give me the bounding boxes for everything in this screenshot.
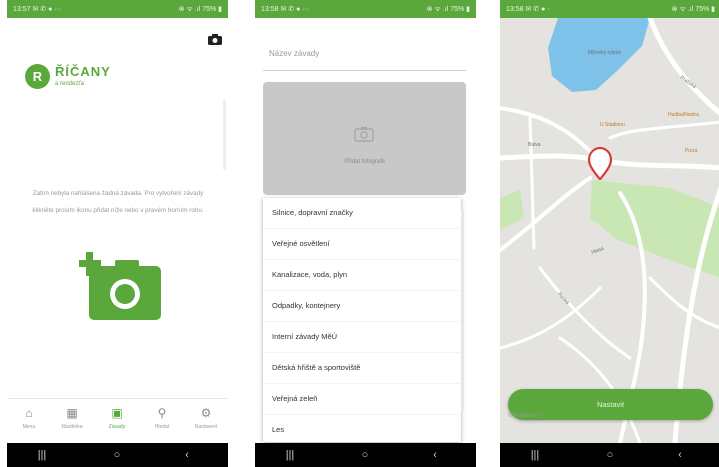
- android-nav-bar: ||| ○ ‹: [500, 443, 719, 467]
- map-attribution: ©mapbox ⓘ: [508, 412, 545, 419]
- tab-label: Nastavení: [194, 424, 218, 430]
- category-option[interactable]: Odpadky, kontejnery: [263, 291, 461, 322]
- bottom-tab-bar: ⌂ Menu ▦ Nástěnka ▣ Závady ⚲ Hledat ⚙ Na…: [7, 398, 228, 441]
- home-button[interactable]: ○: [590, 446, 630, 464]
- logo-badge: R: [25, 64, 50, 89]
- logo-title: ŘÍČANY: [55, 64, 111, 79]
- status-time: 13:58 ✉ ✆ ● ···: [261, 6, 310, 13]
- back-button[interactable]: ‹: [660, 446, 700, 464]
- map-view[interactable]: Mlýnský rybník Pražská Hudba/Nostra U St…: [500, 18, 719, 443]
- status-icons: ⊗ ᯤ .ıl 75% ▮: [178, 6, 222, 13]
- android-nav-bar: ||| ○ ‹: [255, 443, 476, 467]
- tab-menu[interactable]: ⌂ Menu: [9, 405, 49, 430]
- home-button[interactable]: ○: [97, 446, 137, 464]
- defect-name-field: [263, 30, 475, 71]
- status-time: 13:57 ✉ ✆ ● ···: [13, 6, 62, 13]
- phone-screen-map: 13:58 ✉ ✆ ● · ⊗ ᯤ .ıl 75% ▮ Mlýnský rybn…: [500, 0, 719, 467]
- tab-settings[interactable]: ⚙ Nastavení: [186, 405, 226, 430]
- map-label: Bulva: [528, 142, 541, 148]
- status-time: 13:58 ✉ ✆ ● ·: [506, 6, 550, 13]
- camera-icon: ▣: [111, 406, 123, 420]
- home-icon: ⌂: [25, 406, 33, 420]
- search-icon: ⚲: [157, 406, 167, 420]
- scrollbar[interactable]: [461, 210, 464, 410]
- add-photo-icon[interactable]: [208, 34, 222, 45]
- map-label: Mlýnský rybník: [588, 50, 622, 56]
- tab-board[interactable]: ▦ Nástěnka: [52, 405, 92, 430]
- add-photo-label: Přidat fotografii: [344, 159, 385, 165]
- status-bar: 13:57 ✉ ✆ ● ··· ⊗ ᯤ .ıl 75% ▮: [7, 0, 228, 18]
- tab-label: Nástěnka: [61, 424, 83, 430]
- add-defect-camera-icon[interactable]: [79, 252, 161, 322]
- status-icons: ⊗ ᯤ .ıl 75% ▮: [426, 6, 470, 13]
- tab-label: Hledat: [154, 424, 170, 430]
- category-option[interactable]: Dětská hřiště a sportoviště: [263, 353, 461, 384]
- scrollbar[interactable]: [223, 100, 226, 170]
- phone-screen-defects-empty: 13:57 ✉ ✆ ● ··· ⊗ ᯤ .ıl 75% ▮ R ŘÍČANY a…: [7, 0, 228, 467]
- category-option[interactable]: Kanalizace, voda, plyn: [263, 260, 461, 291]
- category-option[interactable]: Interní závady MěÚ: [263, 322, 461, 353]
- empty-state-text: Zatím nebyla nahlášena žádná závada. Pro…: [32, 190, 204, 214]
- tab-label: Závady: [108, 424, 126, 430]
- category-option[interactable]: Silnice, dopravní značky: [263, 198, 461, 229]
- recent-apps-button[interactable]: |||: [22, 446, 62, 464]
- board-icon: ▦: [66, 406, 78, 420]
- status-bar: 13:58 ✉ ✆ ● · ⊗ ᯤ .ıl 75% ▮: [500, 0, 719, 18]
- map-label: Hudba/Nostra: [668, 112, 699, 118]
- back-button[interactable]: ‹: [167, 446, 207, 464]
- phone-screen-new-defect: 13:58 ✉ ✆ ● ··· ⊗ ᯤ .ıl 75% ▮ Přidat fot…: [255, 0, 476, 467]
- tab-label: Menu: [22, 424, 36, 430]
- map-label: U Stadionu: [600, 122, 625, 128]
- category-option[interactable]: Veřejné osvětlení: [263, 229, 461, 260]
- map-label: Pizza: [685, 148, 697, 154]
- recent-apps-button[interactable]: |||: [515, 446, 555, 464]
- recent-apps-button[interactable]: |||: [270, 446, 310, 464]
- camera-icon: [354, 126, 374, 142]
- tab-defects[interactable]: ▣ Závady: [97, 405, 137, 430]
- category-option[interactable]: Veřejná zeleň: [263, 384, 461, 415]
- category-dropdown: Silnice, dopravní značky Veřejné osvětle…: [263, 198, 461, 446]
- status-icons: ⊗ ᯤ .ıl 75% ▮: [671, 6, 715, 13]
- gear-icon: ⚙: [200, 406, 212, 420]
- home-button[interactable]: ○: [345, 446, 385, 464]
- back-button[interactable]: ‹: [415, 446, 455, 464]
- logo-subtitle: a rendezťa: [55, 81, 84, 87]
- category-option[interactable]: Les: [263, 415, 461, 446]
- add-photo-box[interactable]: Přidat fotografii: [263, 82, 466, 195]
- defect-name-input[interactable]: [263, 38, 475, 68]
- tab-search[interactable]: ⚲ Hledat: [142, 405, 182, 430]
- status-bar: 13:58 ✉ ✆ ● ··· ⊗ ᯤ .ıl 75% ▮: [255, 0, 476, 18]
- android-nav-bar: ||| ○ ‹: [7, 443, 228, 467]
